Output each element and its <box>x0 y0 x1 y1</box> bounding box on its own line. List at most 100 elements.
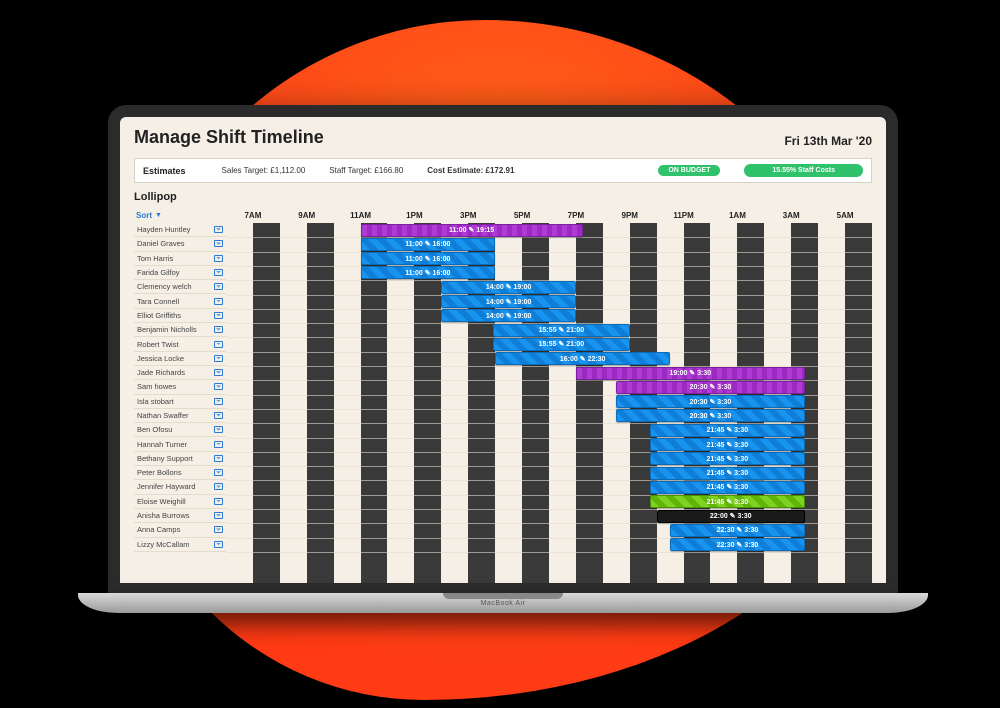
shift-bar[interactable]: 20:30 ✎ 3:30 <box>616 409 804 422</box>
hour-label: 9PM <box>622 211 638 220</box>
message-icon[interactable] <box>214 240 223 247</box>
staff-row[interactable]: Tom Harris <box>134 252 226 266</box>
staff-name: Tom Harris <box>137 254 173 263</box>
staff-name: Robert Twist <box>137 340 179 349</box>
staff-row[interactable]: Benjamin Nicholls <box>134 323 226 337</box>
shift-bar[interactable]: 21:45 ✎ 3:30 <box>650 495 805 508</box>
message-icon[interactable] <box>214 398 223 405</box>
hour-column <box>253 223 280 583</box>
staff-row[interactable]: Hayden Huntley <box>134 223 226 237</box>
row-divider <box>226 552 872 553</box>
shift-bar[interactable]: 11:00 ✎ 16:00 <box>361 252 496 265</box>
staff-row[interactable]: Hannah Turner <box>134 437 226 451</box>
message-icon[interactable] <box>214 512 223 519</box>
shift-bar[interactable]: 21:45 ✎ 3:30 <box>650 424 805 437</box>
row-divider <box>226 252 872 253</box>
message-icon[interactable] <box>214 412 223 419</box>
hour-label: 5AM <box>837 211 854 220</box>
laptop-base: MacBook Air <box>78 593 928 613</box>
shift-bar[interactable]: 11:00 ✎ 16:00 <box>361 266 496 279</box>
shift-label: 11:00 ✎ 16:00 <box>405 255 450 263</box>
shift-bar[interactable]: 11:00 ✎ 19:15 <box>361 224 583 237</box>
message-icon[interactable] <box>214 341 223 348</box>
shift-label: 21:45 ✎ 3:30 <box>706 426 748 434</box>
shift-bar[interactable]: 21:45 ✎ 3:30 <box>650 481 805 494</box>
message-icon[interactable] <box>214 483 223 490</box>
staff-row[interactable]: Anisha Burrows <box>134 509 226 523</box>
shift-bar[interactable]: 14:00 ✎ 19:00 <box>441 309 576 322</box>
hour-column <box>845 223 872 583</box>
staff-row[interactable]: Sam howes <box>134 380 226 394</box>
staff-costs-badge[interactable]: 15.55% Staff Costs <box>744 164 863 177</box>
shift-label: 14:00 ✎ 19:00 <box>486 312 532 320</box>
shift-bar[interactable]: 15:55 ✎ 21:00 <box>493 324 630 337</box>
shift-bar[interactable]: 16:00 ✎ 22:30 <box>495 352 670 365</box>
staff-row[interactable]: Peter Bollons <box>134 466 226 480</box>
staff-row[interactable]: Farida Gilfoy <box>134 266 226 280</box>
shift-bar[interactable]: 22:30 ✎ 3:30 <box>670 538 805 551</box>
hour-label: 1AM <box>729 211 746 220</box>
staff-row[interactable]: Jennifer Hayward <box>134 480 226 494</box>
message-icon[interactable] <box>214 541 223 548</box>
message-icon[interactable] <box>214 269 223 276</box>
hour-column <box>307 223 334 583</box>
sort-button[interactable]: Sort ▼ <box>134 207 226 223</box>
message-icon[interactable] <box>214 426 223 433</box>
shift-bar[interactable]: 22:30 ✎ 3:30 <box>670 524 805 537</box>
hour-label: 7AM <box>244 211 261 220</box>
shift-bar[interactable]: 20:30 ✎ 3:30 <box>616 381 804 394</box>
staff-row[interactable]: Daniel Graves <box>134 237 226 251</box>
message-icon[interactable] <box>214 312 223 319</box>
staff-row[interactable]: Lizzy McCallam <box>134 538 226 552</box>
staff-name: Farida Gilfoy <box>137 268 180 277</box>
message-icon[interactable] <box>214 369 223 376</box>
staff-row[interactable]: Robert Twist <box>134 337 226 351</box>
staff-row[interactable]: Jade Richards <box>134 366 226 380</box>
message-icon[interactable] <box>214 441 223 448</box>
message-icon[interactable] <box>214 455 223 462</box>
shift-bar[interactable]: 21:45 ✎ 3:30 <box>650 467 805 480</box>
staff-row[interactable]: Ben Ofosu <box>134 423 226 437</box>
shift-bar[interactable]: 15:55 ✎ 21:00 <box>493 338 630 351</box>
shift-label: 15:55 ✎ 21:00 <box>539 340 585 348</box>
message-icon[interactable] <box>214 226 223 233</box>
staff-row[interactable]: Tara Connell <box>134 294 226 308</box>
staff-row[interactable]: Elliot Griffiths <box>134 309 226 323</box>
staff-row[interactable]: Eloise Weighill <box>134 495 226 509</box>
estimates-label: Estimates <box>143 166 186 176</box>
shift-bar[interactable]: 21:45 ✎ 3:30 <box>650 452 805 465</box>
shift-bar[interactable]: 21:45 ✎ 3:30 <box>650 438 805 451</box>
staff-name: Elliot Griffiths <box>137 311 181 320</box>
shift-bar[interactable]: 14:00 ✎ 19:00 <box>441 295 576 308</box>
staff-row[interactable]: Nathan Swaffer <box>134 409 226 423</box>
staff-name: Jennifer Hayward <box>137 482 195 491</box>
staff-row[interactable]: Clemency welch <box>134 280 226 294</box>
message-icon[interactable] <box>214 298 223 305</box>
message-icon[interactable] <box>214 498 223 505</box>
grid-body: 11:00 ✎ 19:1511:00 ✎ 16:0011:00 ✎ 16:001… <box>226 223 872 583</box>
message-icon[interactable] <box>214 255 223 262</box>
shift-bar[interactable]: 11:00 ✎ 16:00 <box>361 238 496 251</box>
staff-row[interactable]: Bethany Support <box>134 452 226 466</box>
sales-target: Sales Target: £1,112.00 <box>222 166 306 175</box>
shift-bar[interactable]: 19:00 ✎ 3:30 <box>576 367 805 380</box>
caret-down-icon: ▼ <box>155 212 162 219</box>
message-icon[interactable] <box>214 526 223 533</box>
message-icon[interactable] <box>214 326 223 333</box>
message-icon[interactable] <box>214 283 223 290</box>
shift-bar[interactable]: 14:00 ✎ 19:00 <box>441 281 576 294</box>
timeline-grid[interactable]: 7AM9AM11AM1PM3PM5PM7PM9PM11PM1AM3AM5AM 1… <box>226 207 872 583</box>
message-icon[interactable] <box>214 469 223 476</box>
message-icon[interactable] <box>214 355 223 362</box>
hour-column <box>522 223 549 583</box>
staff-row[interactable]: Isla stobart <box>134 395 226 409</box>
staff-row[interactable]: Jessica Locke <box>134 352 226 366</box>
on-budget-badge[interactable]: ON BUDGET <box>658 165 720 176</box>
message-icon[interactable] <box>214 383 223 390</box>
row-divider <box>226 237 872 238</box>
staff-row[interactable]: Anna Camps <box>134 523 226 537</box>
shift-bar[interactable]: 20:30 ✎ 3:30 <box>616 395 804 408</box>
shift-bar[interactable]: 22:00 ✎ 3:30 <box>657 510 805 523</box>
hour-label: 7PM <box>568 211 584 220</box>
staff-name: Benjamin Nicholls <box>137 325 197 334</box>
